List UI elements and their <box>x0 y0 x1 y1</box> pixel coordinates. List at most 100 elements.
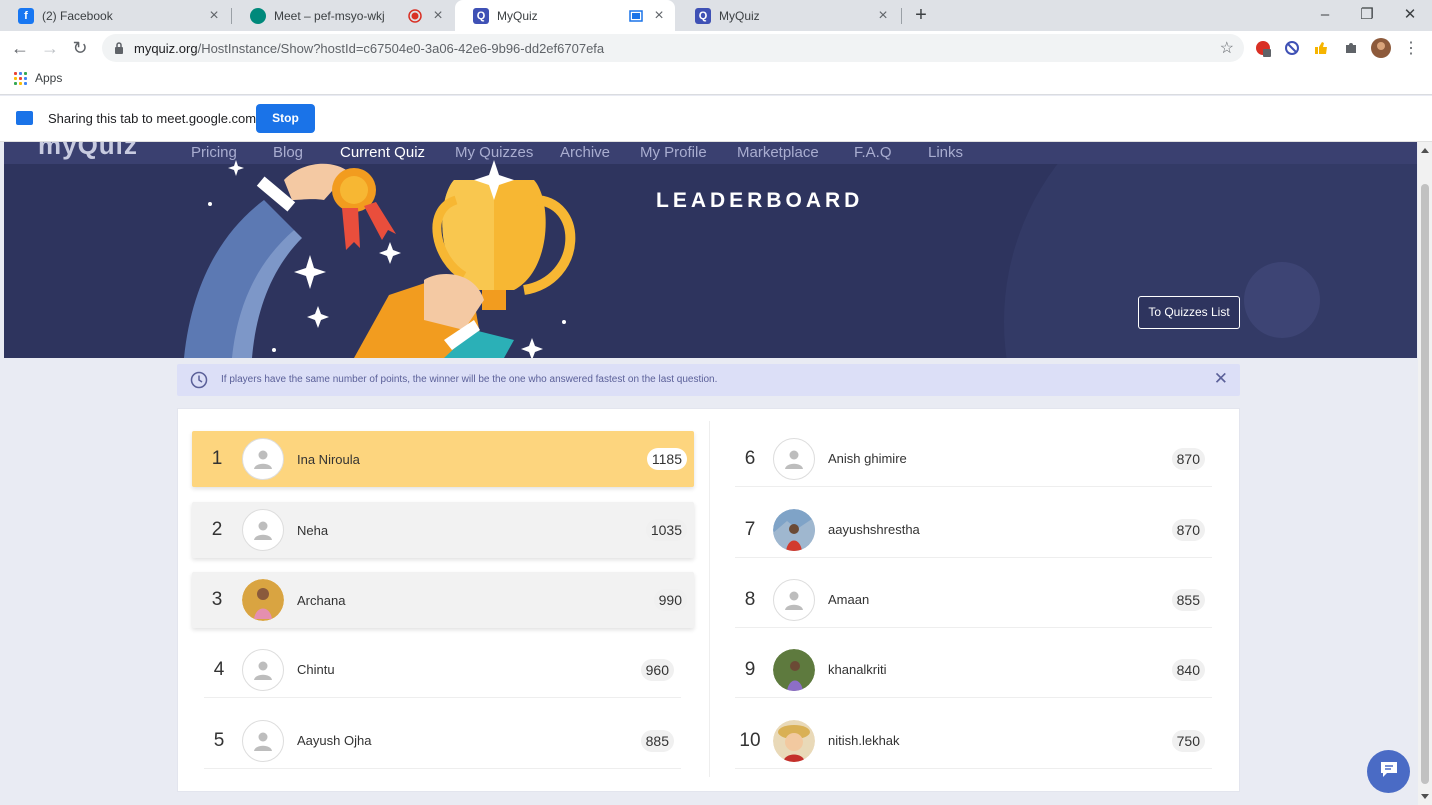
nav-my-profile[interactable]: My Profile <box>640 144 707 161</box>
photo-avatar <box>773 648 815 691</box>
nav-marketplace[interactable]: Marketplace <box>737 144 819 161</box>
bookmarks-bar: Apps <box>0 65 1432 95</box>
puzzle-extensions-icon[interactable] <box>1341 38 1361 58</box>
close-icon[interactable]: × <box>875 7 891 24</box>
browser-toolbar: ← → ↻ myquiz.org/HostInstance/Show?hostI… <box>0 31 1432 65</box>
scroll-up-arrow-icon[interactable] <box>1421 148 1429 153</box>
back-arrow-icon[interactable]: ← <box>8 36 32 60</box>
player-score: 885 <box>640 729 674 752</box>
player-rank: 5 <box>213 729 225 751</box>
facebook-icon: f <box>18 7 34 24</box>
player-rank: 1 <box>211 448 223 469</box>
window-close-button[interactable]: ✕ <box>1399 4 1421 26</box>
player-score: 1185 <box>646 448 687 470</box>
address-bar[interactable]: myquiz.org/HostInstance/Show?hostId=c675… <box>102 34 1244 62</box>
photo-avatar <box>242 579 284 621</box>
apps-label: Apps <box>35 71 63 85</box>
tab-sharing-bar: Sharing this tab to meet.google.com Stop <box>0 96 1432 142</box>
player-score: 990 <box>653 589 687 611</box>
player-rank: 10 <box>739 729 761 751</box>
stop-sharing-button[interactable]: Stop <box>256 104 315 133</box>
background-circle <box>1244 262 1320 338</box>
leaderboard-row: 10 nitish.lekhak 750 <box>735 713 1212 769</box>
player-name: nitish.lekhak <box>828 733 900 748</box>
tab-divider <box>901 8 902 24</box>
scroll-down-arrow-icon[interactable] <box>1421 794 1429 799</box>
chat-widget-button[interactable] <box>1367 750 1410 793</box>
url-path: /HostInstance/Show?hostId=c67504e0-3a06-… <box>197 40 605 56</box>
player-rank: 6 <box>744 447 756 469</box>
player-rank: 7 <box>744 518 756 540</box>
tab-title: (2) Facebook <box>42 8 113 23</box>
minimize-button[interactable]: – <box>1314 4 1336 26</box>
apps-grid-icon <box>14 71 27 85</box>
lock-icon <box>114 42 126 54</box>
extension-c-icon[interactable] <box>1253 38 1273 58</box>
nav-my-quizzes[interactable]: My Quizzes <box>455 144 533 161</box>
chat-icon <box>1379 760 1399 783</box>
player-name: Anish ghimire <box>828 451 907 466</box>
default-avatar-icon <box>242 438 284 480</box>
forward-arrow-icon[interactable]: → <box>38 36 62 60</box>
thumbs-up-extension-icon[interactable] <box>1311 38 1331 58</box>
leaderboard-row: 1 Ina Niroula 1185 <box>192 431 694 487</box>
maximize-button[interactable]: ❐ <box>1356 4 1378 26</box>
leaderboard-row: 6 Anish ghimire 870 <box>735 431 1212 487</box>
tab-meet[interactable]: Meet – pef-msyo-wkj × <box>232 0 454 31</box>
player-score: 1035 <box>645 519 687 541</box>
player-name: Aayush Ojha <box>297 733 372 748</box>
google-meet-icon <box>250 7 266 24</box>
nav-blog[interactable]: Blog <box>273 144 303 161</box>
player-name: Chintu <box>297 662 335 677</box>
leaderboard-row: 3 Archana 990 <box>192 572 694 628</box>
default-avatar-icon <box>242 509 284 551</box>
player-rank: 3 <box>211 589 223 610</box>
close-icon[interactable]: × <box>430 7 446 24</box>
to-quizzes-list-button[interactable]: To Quizzes List <box>1138 296 1240 329</box>
nav-links[interactable]: Links <box>928 144 963 161</box>
myquiz-icon: Q <box>473 7 489 24</box>
apps-bookmark[interactable]: Apps <box>14 71 62 85</box>
site-logo[interactable]: myQuiz <box>38 142 138 161</box>
reload-icon[interactable]: ↻ <box>68 36 92 60</box>
profile-avatar-icon[interactable] <box>1371 38 1391 58</box>
leaderboard-row: 7 aayushshrestha 870 <box>735 502 1212 558</box>
tie-break-notice: If players have the same number of point… <box>177 364 1240 396</box>
player-name: khanalkriti <box>828 662 887 677</box>
close-icon[interactable]: ✕ <box>1214 370 1228 388</box>
tab-facebook[interactable]: f (2) Facebook × <box>0 0 230 31</box>
close-icon[interactable]: × <box>206 7 222 24</box>
sharing-text: Sharing this tab to meet.google.com <box>48 111 257 126</box>
block-extension-icon[interactable] <box>1282 38 1302 58</box>
page-viewport: myQuiz Pricing Blog Current Quiz My Quiz… <box>0 142 1418 805</box>
url-host: myquiz.org <box>134 40 198 56</box>
default-avatar-icon <box>242 648 284 691</box>
bookmark-star-icon[interactable]: ☆ <box>1220 38 1234 58</box>
default-avatar-icon <box>773 437 815 480</box>
player-score: 870 <box>1171 447 1205 470</box>
close-icon[interactable]: × <box>651 7 667 24</box>
player-score: 870 <box>1171 518 1205 541</box>
player-name: Amaan <box>828 592 870 607</box>
nav-current-quiz[interactable]: Current Quiz <box>340 144 425 161</box>
scroll-thumb[interactable] <box>1421 184 1429 784</box>
player-rank: 8 <box>744 588 756 610</box>
page-scrollbar[interactable] <box>1418 142 1432 805</box>
new-tab-button[interactable]: + <box>910 4 932 26</box>
player-score: 750 <box>1171 729 1205 752</box>
player-rank: 2 <box>211 519 223 540</box>
nav-pricing[interactable]: Pricing <box>191 144 237 161</box>
browser-tab-strip: f (2) Facebook × Meet – pef-msyo-wkj × Q… <box>0 0 1432 31</box>
leaderboard-row: 2 Neha 1035 <box>192 502 694 558</box>
nav-faq[interactable]: F.A.Q <box>854 144 892 161</box>
nav-archive[interactable]: Archive <box>560 144 610 161</box>
notice-text: If players have the same number of point… <box>221 374 718 385</box>
tab-title: MyQuiz <box>719 8 760 23</box>
tab-myquiz[interactable]: Q MyQuiz × <box>677 0 899 31</box>
browser-menu-icon[interactable]: ⋮ <box>1401 38 1421 58</box>
leaderboard-row: 4 Chintu 960 <box>204 642 681 698</box>
tab-myquiz-active[interactable]: Q MyQuiz × <box>455 0 675 31</box>
recording-icon <box>408 8 422 23</box>
player-name: Archana <box>297 592 346 608</box>
page-title: LEADERBOARD <box>656 189 864 212</box>
